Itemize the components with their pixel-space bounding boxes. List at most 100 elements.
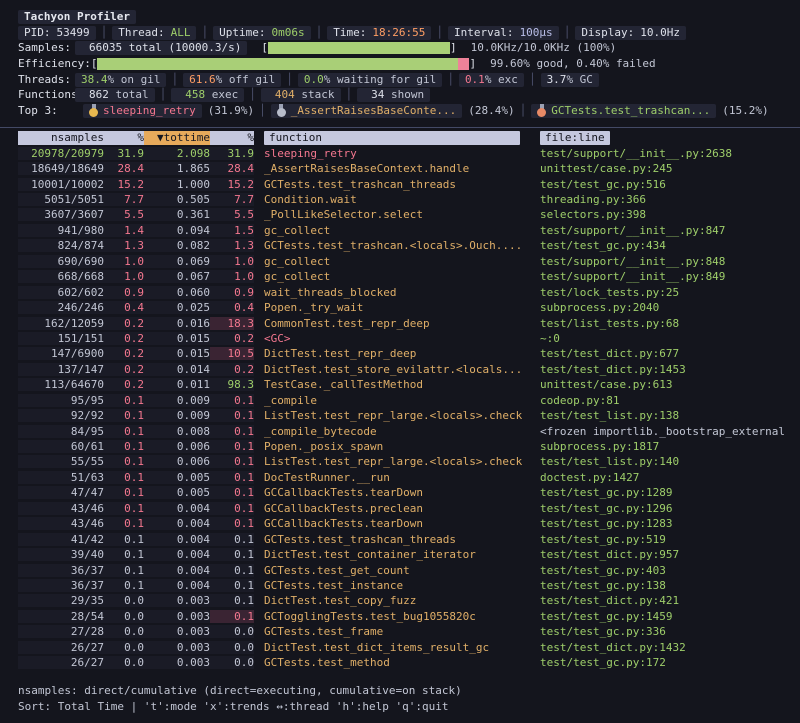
direct-pct-cell: 0.2 [104, 378, 144, 391]
tottime-cell: 0.004 [144, 533, 210, 546]
exc-chip: 0.1% exc [459, 73, 524, 87]
nsamples-cell: 55/55 [18, 455, 104, 468]
top1-name: sleeping_retry [103, 104, 196, 118]
separator: │ [529, 72, 536, 88]
file-line-cell: test/test_gc.py:172 [530, 656, 800, 669]
tottime-cell: 0.011 [144, 378, 210, 391]
separator: │ [447, 72, 454, 88]
nsamples-cell: 137/147 [18, 363, 104, 376]
table-row: 51/63 0.1 0.005 0.1 DocTestRunner.__run … [0, 470, 800, 485]
direct-pct-cell: 0.2 [104, 332, 144, 345]
cumulative-pct-cell: 0.9 [210, 286, 254, 299]
direct-pct-cell: 15.2 [104, 178, 144, 191]
table-row: 27/28 0.0 0.003 0.0 GCTests.test_frame t… [0, 624, 800, 639]
table-row: 3607/3607 5.5 0.361 5.5 _PollLikeSelecto… [0, 207, 800, 222]
col-header-nsamples: nsamples [18, 131, 104, 145]
direct-pct-cell: 31.9 [104, 147, 144, 160]
cumulative-pct-cell: 0.2 [210, 332, 254, 345]
interval-label: Interval: [454, 26, 514, 40]
tottime-cell: 0.505 [144, 193, 210, 206]
table-row: 84/95 0.1 0.008 0.1 _compile_bytecode <f… [0, 423, 800, 438]
file-line-cell: doctest.py:1427 [530, 471, 800, 484]
function-cell: GCTogglingTests.test_bug1055820c [254, 610, 530, 623]
table-row: 92/92 0.1 0.009 0.1 ListTest.test_repr_l… [0, 408, 800, 423]
functions-total-chip: 862 total [75, 88, 155, 102]
cumulative-pct-cell: 0.1 [210, 579, 254, 592]
cumulative-pct-cell: 0.1 [210, 548, 254, 561]
samples-row: Samples: 66035 total (10000.3/s) [ ] 10.… [0, 40, 800, 56]
pid-value: 53499 [57, 26, 90, 40]
gc-value: 3.7 [547, 73, 567, 87]
nsamples-cell: 824/874 [18, 239, 104, 252]
cumulative-pct-cell: 0.1 [210, 502, 254, 515]
function-cell: sleeping_retry [254, 147, 530, 160]
cumulative-pct-cell: 1.0 [210, 270, 254, 283]
nsamples-cell: 147/6900 [18, 347, 104, 360]
direct-pct-cell: 0.2 [104, 317, 144, 330]
file-line-cell: test/test_gc.py:336 [530, 625, 800, 638]
tottime-cell: 0.004 [144, 564, 210, 577]
file-line-cell: threading.py:366 [530, 193, 800, 206]
tottime-cell: 0.015 [144, 332, 210, 345]
display-value: 10.0Hz [640, 26, 680, 40]
top3-name: GCTests.test_trashcan... [551, 104, 710, 118]
functions-stack-value: 404 [275, 88, 295, 102]
display-label: Display: [581, 26, 634, 40]
bar-open-bracket: [ [91, 56, 98, 72]
cumulative-pct-cell: 0.1 [210, 610, 254, 623]
nsamples-cell: 43/46 [18, 502, 104, 515]
file-line-cell: test/support/__init__.py:849 [530, 270, 800, 283]
legend-line: nsamples: direct/cumulative (direct=exec… [0, 683, 800, 699]
function-cell: GCTests.test_trashcan_threads [254, 178, 530, 191]
table-row: 55/55 0.1 0.006 0.1 ListTest.test_repr_l… [0, 454, 800, 469]
direct-pct-cell: 0.1 [104, 409, 144, 422]
terminal[interactable]: Tachyon Profiler PID:53499│ Thread:ALL│ … [0, 0, 800, 723]
keybinds-line: Sort: Total Time | 't':mode 'x':trends ↔… [0, 699, 800, 715]
gc-text: % GC [566, 73, 593, 87]
tottime-cell: 0.005 [144, 471, 210, 484]
tottime-cell: 0.067 [144, 270, 210, 283]
nsamples-cell: 39/40 [18, 548, 104, 561]
nsamples-cell: 668/668 [18, 270, 104, 283]
function-cell: wait_threads_blocked [254, 286, 530, 299]
gil-wait-chip: 0.0% waiting for gil [298, 73, 442, 87]
file-line-cell: selectors.py:398 [530, 208, 800, 221]
tottime-cell: 1.000 [144, 178, 210, 191]
cumulative-pct-cell: 98.3 [210, 378, 254, 391]
samples-bar-fill [268, 42, 450, 54]
nsamples-cell: 95/95 [18, 394, 104, 407]
direct-pct-cell: 0.1 [104, 471, 144, 484]
separator: │ [259, 103, 266, 119]
nsamples-cell: 41/42 [18, 533, 104, 546]
efficiency-bar-fail [458, 58, 469, 70]
tottime-cell: 0.003 [144, 656, 210, 669]
function-cell: GCCallbackTests.tearDown [254, 517, 530, 530]
nsamples-cell: 941/980 [18, 224, 104, 237]
top1-chip: sleeping_retry [83, 104, 202, 118]
bar-open-bracket: [ [261, 40, 268, 56]
title-row: Tachyon Profiler [0, 9, 800, 25]
table-row: 95/95 0.1 0.009 0.1 _compile codeop.py:8… [0, 393, 800, 408]
table-header: nsamples % ▼tottime % function file:line [0, 130, 800, 146]
table-body: 20978/20979 31.9 2.098 31.9 sleeping_ret… [0, 146, 800, 671]
nsamples-legend: nsamples: direct/cumulative (direct=exec… [18, 683, 462, 699]
tottime-cell: 0.016 [144, 317, 210, 330]
file-line-cell: test/support/__init__.py:847 [530, 224, 800, 237]
function-cell: GCTests.test_get_count [254, 564, 530, 577]
col-header-file-line: file:line [530, 131, 800, 145]
thread-value: ALL [171, 26, 191, 40]
silver-medal-icon [277, 104, 286, 117]
gil-wait-text: % waiting for gil [324, 73, 437, 87]
direct-pct-cell: 0.1 [104, 579, 144, 592]
table-row: 668/668 1.0 0.067 1.0 gc_collect test/su… [0, 269, 800, 284]
cumulative-pct-cell: 18.3 [210, 317, 254, 330]
cumulative-pct-cell: 7.7 [210, 193, 254, 206]
separator: │ [249, 87, 256, 103]
nsamples-cell: 246/246 [18, 301, 104, 314]
functions-shown-value: 34 [371, 88, 384, 102]
efficiency-label: Efficiency: [18, 56, 91, 72]
file-line-cell: test/support/__init__.py:848 [530, 255, 800, 268]
direct-pct-cell: 0.2 [104, 363, 144, 376]
top2-name: _AssertRaisesBaseConte... [291, 104, 457, 118]
nsamples-cell: 151/151 [18, 332, 104, 345]
